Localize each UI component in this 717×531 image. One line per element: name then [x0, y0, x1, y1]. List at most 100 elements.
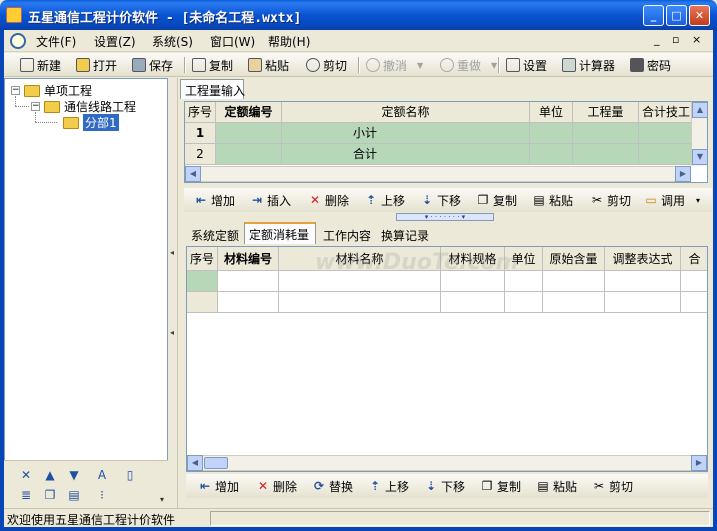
quota-code-cell[interactable]: [216, 144, 282, 165]
tab-conversion-record[interactable]: 换算记录: [376, 224, 432, 244]
menu-system[interactable]: 系统(S): [152, 33, 193, 50]
quota-name-cell[interactable]: 小计: [282, 123, 530, 144]
app-icon[interactable]: [6, 7, 22, 23]
insert-button[interactable]: ⇥ 插入: [250, 191, 291, 209]
material-code-cell[interactable]: [218, 292, 279, 313]
quota-name-cell[interactable]: 合计: [282, 144, 530, 165]
scroll-right-icon[interactable]: ▶: [691, 455, 707, 471]
column-header[interactable]: 序号: [185, 102, 216, 123]
paste-small-icon[interactable]: ▤: [66, 487, 82, 503]
scroll-left-icon[interactable]: ◀: [185, 166, 201, 182]
original-amount-cell[interactable]: [543, 292, 605, 313]
column-header[interactable]: 原始含量: [543, 247, 605, 271]
collapse-left-icon[interactable]: ◂: [170, 248, 174, 257]
pane-splitter[interactable]: ◂ ◂: [168, 78, 178, 508]
column-header[interactable]: 合: [681, 247, 707, 271]
column-header[interactable]: 工程量: [573, 102, 639, 123]
scroll-down-icon[interactable]: ▼: [692, 149, 707, 165]
row-number[interactable]: [187, 292, 218, 313]
total-cell[interactable]: [639, 123, 693, 144]
original-amount-cell[interactable]: [543, 271, 605, 292]
row-number[interactable]: [187, 271, 218, 292]
menu-window[interactable]: 窗口(W): [210, 33, 255, 50]
quantity-cell[interactable]: [573, 144, 639, 165]
menu-help[interactable]: 帮助(H): [268, 33, 310, 50]
properties-icon[interactable]: ⁝: [94, 487, 110, 503]
move-up-icon[interactable]: ▲: [42, 467, 58, 483]
open-button[interactable]: 打开: [76, 56, 117, 74]
material-spec-cell[interactable]: [441, 292, 505, 313]
tree-node-leaf[interactable]: 分部1: [63, 114, 119, 131]
scroll-right-icon[interactable]: ▶: [675, 166, 691, 182]
move-down-button[interactable]: ⇣ 下移: [420, 191, 461, 209]
unit-cell[interactable]: [530, 123, 573, 144]
column-header[interactable]: 定额名称: [282, 102, 530, 123]
undo-button[interactable]: 撤消 ▼: [366, 56, 423, 74]
copy-material-button[interactable]: ❐ 复制: [480, 477, 521, 495]
tab-quantity-input[interactable]: 工程量输入: [180, 79, 245, 99]
delete-button[interactable]: ✕ 删除: [308, 191, 349, 209]
call-button[interactable]: ▭ 调用: [644, 191, 685, 209]
cut-button[interactable]: 剪切: [306, 56, 347, 74]
new-button[interactable]: 新建: [20, 56, 61, 74]
tree-node-child[interactable]: − 通信线路工程: [31, 98, 136, 115]
collapse-icon[interactable]: −: [11, 86, 20, 95]
settings-button[interactable]: 设置: [506, 56, 547, 74]
move-up-material-button[interactable]: ⇡ 上移: [368, 477, 409, 495]
collapse-left-icon[interactable]: ◂: [170, 328, 174, 337]
save-button[interactable]: 保存: [132, 56, 173, 74]
list-icon[interactable]: ≣: [18, 487, 34, 503]
minimize-button[interactable]: _: [643, 5, 664, 26]
column-header[interactable]: 调整表达式: [605, 247, 681, 271]
vertical-scrollbar[interactable]: ▲ ▼: [691, 102, 707, 166]
move-down-material-button[interactable]: ⇣ 下移: [424, 477, 465, 495]
horizontal-scrollbar[interactable]: ◀ ▶: [185, 166, 691, 182]
column-header[interactable]: 单位: [530, 102, 573, 123]
scroll-left-icon[interactable]: ◀: [187, 455, 203, 471]
replace-button[interactable]: ⟳ 替换: [312, 477, 353, 495]
amount-cell[interactable]: [681, 292, 707, 313]
mdi-minimize-button[interactable]: _: [654, 33, 660, 46]
undo-dropdown-icon[interactable]: ▼: [417, 61, 423, 70]
add-button[interactable]: ⇤ 增加: [194, 191, 235, 209]
material-code-cell[interactable]: [218, 271, 279, 292]
material-name-cell[interactable]: [279, 292, 441, 313]
system-menu-icon[interactable]: [10, 33, 26, 49]
calculator-button[interactable]: 计算器: [562, 56, 615, 74]
tab-work-content[interactable]: 工作内容: [318, 224, 374, 244]
more-actions-icon[interactable]: ▾: [696, 191, 700, 209]
cut-material-button[interactable]: ✂ 剪切: [592, 477, 633, 495]
horizontal-scrollbar[interactable]: ◀ ▶: [187, 455, 707, 471]
row-number[interactable]: 1: [185, 123, 216, 144]
cut-row-button[interactable]: ✂ 剪切: [590, 191, 631, 209]
mdi-close-button[interactable]: ×: [692, 33, 701, 46]
adjust-expression-cell[interactable]: [605, 292, 681, 313]
paste-row-button[interactable]: ▤ 粘贴: [532, 191, 573, 209]
tab-system-quota[interactable]: 系统定额: [186, 224, 242, 244]
quota-code-cell[interactable]: [216, 123, 282, 144]
tab-quota-consumption[interactable]: 定额消耗量: [244, 222, 316, 244]
rename-icon[interactable]: A: [94, 467, 110, 483]
amount-cell[interactable]: [681, 271, 707, 292]
collapse-icon[interactable]: −: [31, 102, 40, 111]
copy-button[interactable]: 复制: [192, 56, 233, 74]
new-document-icon[interactable]: ▯: [122, 467, 138, 483]
move-down-icon[interactable]: ▼: [66, 467, 82, 483]
tree-node-root[interactable]: − 单项工程: [11, 82, 92, 99]
delete-icon[interactable]: ✕: [18, 467, 34, 483]
adjust-expression-cell[interactable]: [605, 271, 681, 292]
column-header[interactable]: 序号: [187, 247, 218, 271]
redo-button[interactable]: 重做 ▼: [440, 56, 497, 74]
password-button[interactable]: 密码: [630, 56, 671, 74]
column-header[interactable]: 材料编号: [218, 247, 279, 271]
column-header[interactable]: 合计技工: [639, 102, 693, 123]
paste-material-button[interactable]: ▤ 粘贴: [536, 477, 577, 495]
paste-button[interactable]: 粘贴: [248, 56, 289, 74]
quantity-cell[interactable]: [573, 123, 639, 144]
total-cell[interactable]: [639, 144, 693, 165]
row-number[interactable]: 2: [185, 144, 216, 165]
close-button[interactable]: ✕: [689, 5, 710, 26]
redo-dropdown-icon[interactable]: ▼: [491, 61, 497, 70]
unit-cell[interactable]: [530, 144, 573, 165]
copy-row-button[interactable]: ❐ 复制: [476, 191, 517, 209]
